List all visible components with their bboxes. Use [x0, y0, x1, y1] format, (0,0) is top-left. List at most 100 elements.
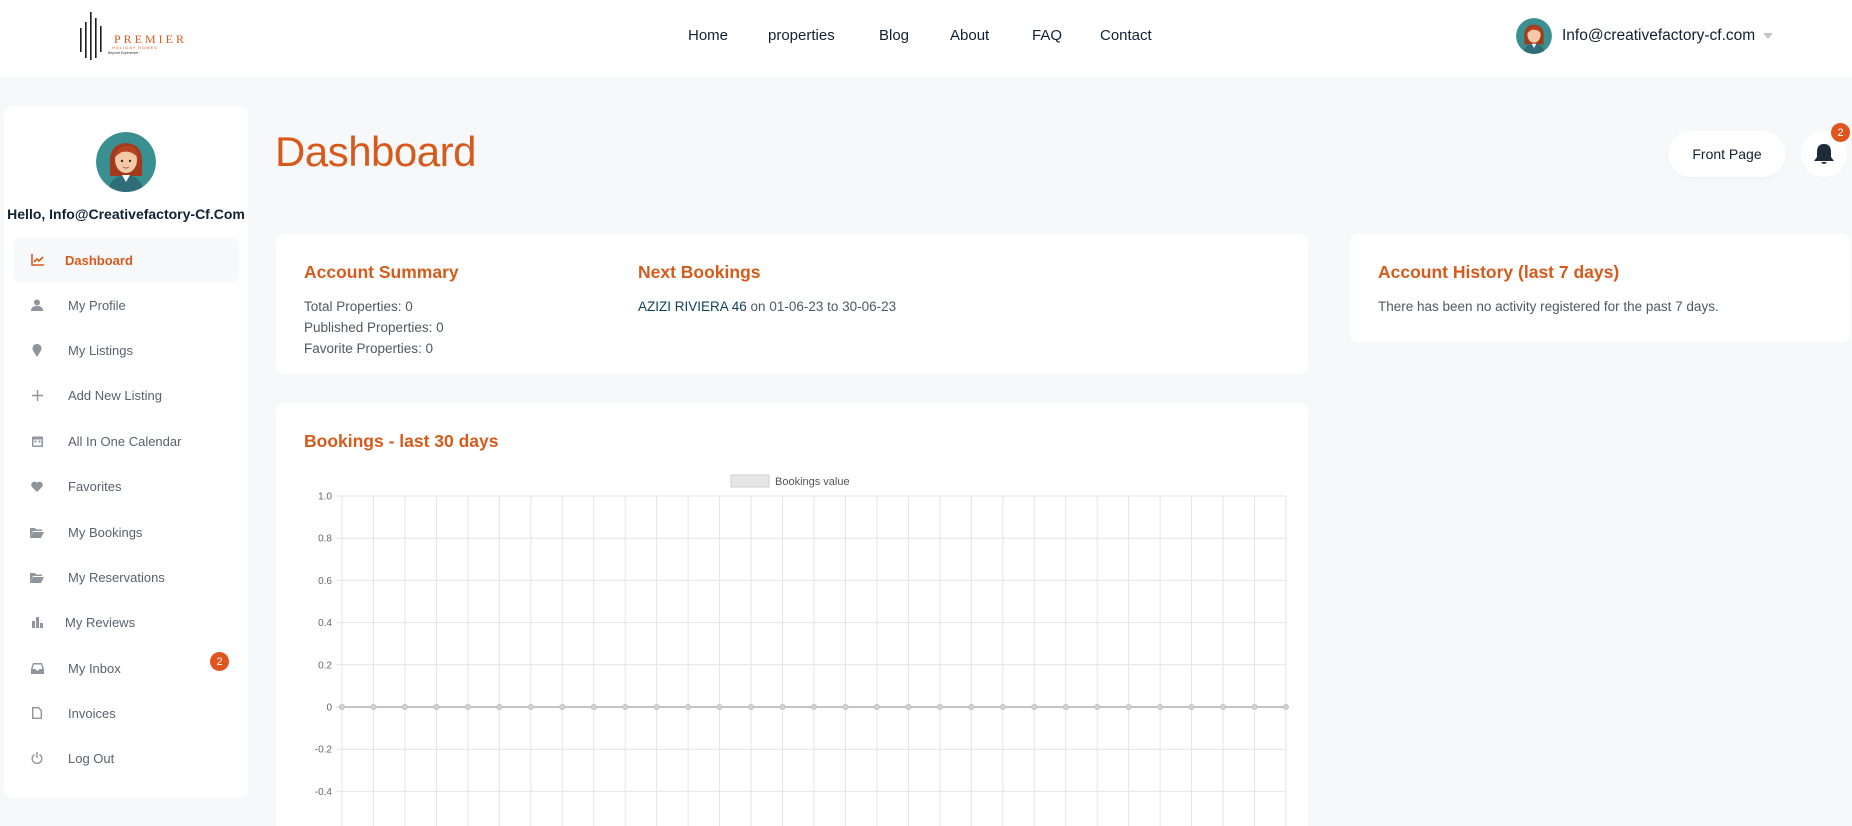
- sidebar-item-label: My Profile: [68, 297, 126, 313]
- account-summary-title: Account Summary: [304, 262, 459, 282]
- nav-about[interactable]: About: [950, 27, 989, 44]
- sidebar-item-favorites[interactable]: Favorites: [14, 464, 239, 508]
- data-point: [811, 704, 817, 710]
- nav-home[interactable]: Home: [688, 27, 728, 44]
- data-point: [339, 704, 345, 710]
- sidebar-item-label: Favorites: [68, 478, 122, 494]
- next-bookings-title: Next Bookings: [638, 262, 761, 282]
- heart-icon: [30, 479, 44, 493]
- nav-contact[interactable]: Contact: [1100, 27, 1152, 44]
- booking-property-link[interactable]: AZIZI RIVIERA 46: [638, 299, 747, 314]
- avatar: [96, 132, 156, 192]
- data-point: [748, 704, 755, 710]
- brand-logo[interactable]: PREMIER HOLIDAY HOMES Beyond Experience: [78, 10, 208, 62]
- data-point: [1094, 704, 1101, 710]
- folder-open-icon: [30, 570, 44, 584]
- nav-properties[interactable]: properties: [768, 27, 835, 44]
- greeting: Hello, Info@Creativefactory-Cf.Com: [7, 206, 245, 222]
- front-page-button[interactable]: Front Page: [1668, 131, 1786, 177]
- sidebar-item-all-in-one-calendar[interactable]: All In One Calendar: [14, 419, 239, 463]
- data-point: [685, 704, 692, 710]
- published-properties: Published Properties: 0: [304, 320, 444, 335]
- account-history-title: Account History (last 7 days): [1378, 262, 1620, 282]
- account-history-message: There has been no activity registered fo…: [1378, 299, 1719, 314]
- chart-line-icon: [30, 253, 44, 267]
- y-tick-label: 0: [326, 703, 332, 714]
- account-summary-card: Account Summary Total Properties: 0 Publ…: [276, 234, 1308, 374]
- sidebar-item-my-inbox[interactable]: My Inbox 2: [14, 646, 239, 690]
- bookings-chart-title: Bookings - last 30 days: [304, 431, 499, 451]
- data-point: [779, 704, 786, 710]
- nav-faq[interactable]: FAQ: [1032, 27, 1062, 44]
- notifications-button[interactable]: 2: [1801, 123, 1850, 177]
- sidebar-item-add-new-listing[interactable]: Add New Listing: [14, 373, 239, 417]
- data-point: [559, 704, 566, 710]
- sidebar-item-my-listings[interactable]: My Listings: [14, 328, 239, 372]
- chevron-down-icon[interactable]: [1763, 33, 1774, 39]
- sidebar-item-my-bookings[interactable]: My Bookings: [14, 510, 239, 554]
- data-point: [622, 704, 629, 710]
- sidebar-item-my-reservations[interactable]: My Reservations: [14, 555, 239, 599]
- sidebar-item-label: My Reservations: [68, 569, 165, 585]
- sidebar-item-my-profile[interactable]: My Profile: [14, 283, 239, 327]
- next-booking-entry: AZIZI RIVIERA 46 on 01-06-23 to 30-06-23: [638, 299, 896, 314]
- y-tick-label: -0.2: [315, 745, 333, 756]
- y-tick-label: 0.8: [318, 534, 332, 545]
- y-tick-label: 0.6: [318, 576, 332, 587]
- data-point: [873, 704, 880, 710]
- sidebar-item-label: Log Out: [68, 750, 115, 766]
- sidebar-item-label: Invoices: [68, 705, 116, 721]
- map-pin-icon: [30, 343, 44, 357]
- sidebar-item-label: My Inbox: [68, 660, 121, 676]
- data-point: [527, 704, 534, 710]
- legend-swatch: [730, 474, 770, 488]
- sidebar-item-log-out[interactable]: Log Out: [14, 736, 239, 780]
- user-menu[interactable]: Info@creativefactory-cf.com: [1516, 17, 1774, 55]
- y-tick-label: 0.2: [318, 660, 332, 671]
- booking-dates: on 01-06-23 to 30-06-23: [746, 299, 897, 314]
- data-point: [653, 704, 660, 710]
- data-point: [590, 704, 597, 710]
- inbox-icon: [30, 661, 44, 675]
- y-tick-label: 1.0: [318, 492, 332, 503]
- y-tick-label: -0.4: [315, 787, 333, 798]
- folder-open-icon: [30, 525, 44, 539]
- data-point: [1062, 704, 1069, 710]
- inbox-count-badge: 2: [210, 652, 229, 671]
- file-icon: [30, 706, 44, 720]
- sidebar-item-label: My Listings: [68, 342, 134, 358]
- calendar-icon: [30, 434, 44, 448]
- brand-tagline: Beyond Experience: [108, 51, 139, 55]
- favorite-properties: Favorite Properties: 0: [304, 341, 434, 356]
- sidebar-item-dashboard[interactable]: Dashboard: [14, 238, 239, 282]
- nav-blog[interactable]: Blog: [879, 27, 909, 44]
- data-point: [716, 704, 723, 710]
- data-point: [1031, 704, 1038, 710]
- data-point: [1125, 704, 1132, 710]
- data-point: [433, 704, 440, 710]
- sidebar-item-label: My Reviews: [65, 614, 136, 630]
- sidebar-item-invoices[interactable]: Invoices: [14, 691, 239, 735]
- data-point: [1220, 704, 1227, 710]
- sidebar-item-label: All In One Calendar: [68, 433, 182, 449]
- user-email: Info@creativefactory-cf.com: [1562, 27, 1756, 44]
- data-point: [464, 704, 471, 710]
- data-point: [370, 704, 377, 710]
- power-icon: [30, 751, 44, 765]
- brand-subtitle: HOLIDAY HOMES: [112, 45, 158, 50]
- account-history-card: Account History (last 7 days) There has …: [1350, 234, 1850, 342]
- data-point: [999, 704, 1006, 710]
- bar-chart-icon: [30, 615, 44, 629]
- plus-icon: [30, 388, 44, 402]
- data-point: [496, 704, 503, 710]
- data-point: [1157, 704, 1164, 710]
- sidebar-item-my-reviews[interactable]: My Reviews: [14, 600, 239, 644]
- logo-mark-icon: [80, 12, 102, 60]
- data-point: [842, 704, 849, 710]
- total-properties: Total Properties: 0: [304, 299, 413, 314]
- user-icon: [30, 298, 44, 312]
- y-tick-label: 0.4: [318, 618, 332, 629]
- top-navbar: PREMIER HOLIDAY HOMES Beyond Experience …: [0, 0, 1852, 77]
- sidebar-item-label: My Bookings: [68, 524, 143, 540]
- sidebar: Hello, Info@Creativefactory-Cf.Com Dashb…: [4, 106, 248, 798]
